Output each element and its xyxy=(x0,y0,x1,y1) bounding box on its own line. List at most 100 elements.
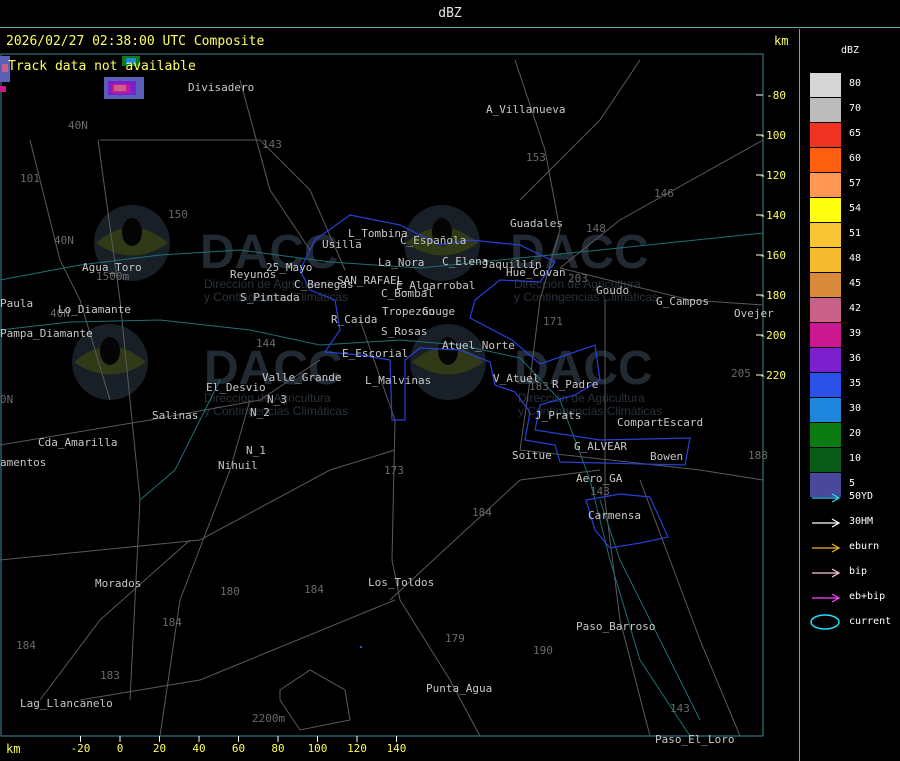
place-label: El_Desvio xyxy=(206,381,266,394)
legend-swatch xyxy=(810,148,841,172)
legend-item: 36 xyxy=(810,348,895,372)
track-arrow-icon xyxy=(812,568,841,578)
track-legend-label: eburn xyxy=(849,541,880,552)
place-label: Atuel_Norte xyxy=(442,339,515,352)
legend-value: 57 xyxy=(849,178,862,189)
legend-swatch xyxy=(810,273,841,297)
route-number: 146 xyxy=(654,187,674,200)
track-legend-label: 30HM xyxy=(849,516,874,527)
place-label: E_Escorial xyxy=(342,347,408,360)
x-tick-label: 60 xyxy=(232,742,245,755)
route-number: 179 xyxy=(445,632,465,645)
place-label: V_Atuel xyxy=(493,372,539,385)
place-label: Lo_Diamante xyxy=(58,303,131,316)
track-legend-label: eb+bip xyxy=(849,591,886,602)
legend-swatch xyxy=(810,98,841,122)
place-label: Cda_Amarilla xyxy=(38,436,117,449)
place-label: Aero_GA xyxy=(576,472,623,485)
radar-window: dBZ DACC Dirección de Agricultura y Cont… xyxy=(0,0,900,761)
km-unit-top: km xyxy=(774,34,789,48)
legend-value: 42 xyxy=(849,303,862,314)
legend-swatch xyxy=(810,73,841,97)
place-label: Soitue xyxy=(512,449,552,462)
route-number: 153 xyxy=(526,151,546,164)
route-number: 150 xyxy=(168,208,188,221)
legend-item: 65 xyxy=(810,123,895,147)
legend-swatch xyxy=(810,248,841,272)
track-legend-item: eb+bip xyxy=(810,591,895,605)
place-label: Carmensa xyxy=(588,509,641,522)
place-label: N_1 xyxy=(246,444,266,457)
current-ellipse-icon xyxy=(810,614,840,630)
road xyxy=(79,599,396,701)
legend-item: 57 xyxy=(810,173,895,197)
legend-item: 70 xyxy=(810,98,895,122)
place-label: G_ALVEAR xyxy=(574,440,627,453)
place-label: Ovejer xyxy=(734,307,774,320)
place-label: Guadales xyxy=(510,217,563,230)
current-legend-item: current xyxy=(810,614,895,630)
x-tick-label: 80 xyxy=(271,742,284,755)
road xyxy=(0,449,396,561)
legend-value: 35 xyxy=(849,378,862,389)
road xyxy=(279,669,351,731)
road xyxy=(159,399,251,737)
place-label: L_Malvinas xyxy=(365,374,431,387)
place-label: R_Caida xyxy=(331,313,377,326)
legend-value: 30 xyxy=(849,403,862,414)
track-arrow-icon xyxy=(812,593,841,603)
route-number: 180 xyxy=(220,585,240,598)
legend-value: 80 xyxy=(849,78,862,89)
legend-swatch xyxy=(810,323,841,347)
track-arrow-icon xyxy=(812,543,841,553)
legend-swatch xyxy=(810,298,841,322)
place-label: C_Benegas xyxy=(294,278,354,291)
legend-swatch xyxy=(810,348,841,372)
track-legend-label: bip xyxy=(849,566,868,577)
route-number: 188 xyxy=(748,449,768,462)
legend-item: 80 xyxy=(810,73,895,97)
track-legend-item: eburn xyxy=(810,541,895,555)
watermark-line1: Dirección de Agricultura xyxy=(518,391,645,405)
x-tick-label: 20 xyxy=(153,742,166,755)
legend-value: 45 xyxy=(849,278,862,289)
y-tick-label: -200 xyxy=(760,329,787,342)
legend-value: 51 xyxy=(849,228,862,239)
route-number: 173 xyxy=(384,464,404,477)
route-number: 171 xyxy=(543,315,563,328)
place-label: Tropezon xyxy=(382,305,435,318)
river xyxy=(599,499,701,721)
legend-value: 20 xyxy=(849,428,862,439)
route-number: 143 xyxy=(670,702,690,715)
watermark-line2: y Contingencias Climáticas xyxy=(514,290,658,304)
track-legend-item: 50YD xyxy=(810,491,895,505)
y-tick-label: -80 xyxy=(766,89,786,102)
y-tick-label: -220 xyxy=(760,369,787,382)
y-tick-label: -140 xyxy=(760,209,787,222)
radar-map[interactable]: DACC Dirección de Agricultura y Continge… xyxy=(0,0,900,761)
track-legend-item: bip xyxy=(810,566,895,580)
place-label: R_Padre xyxy=(552,378,598,391)
legend-title: dBZ xyxy=(840,45,860,56)
legend-item: 30 xyxy=(810,398,895,422)
place-label: 25_Mayo xyxy=(266,261,312,274)
legend-item: 20 xyxy=(810,423,895,447)
legend-item: 48 xyxy=(810,248,895,272)
track-status: Track data not available xyxy=(8,59,196,74)
route-number: 184 xyxy=(16,639,36,652)
legend-item: 54 xyxy=(810,198,895,222)
route-number: 203 xyxy=(568,272,588,285)
place-label: Paso_El_Loro xyxy=(655,733,734,746)
legend-item: 45 xyxy=(810,273,895,297)
x-tick-labels: -20 0 20 40 60 80 100 120 140 xyxy=(71,742,407,755)
y-tick-label: -100 xyxy=(760,129,787,142)
route-number: 143 xyxy=(590,485,610,498)
legend-item: 51 xyxy=(810,223,895,247)
route-number: 2200m xyxy=(252,712,285,725)
x-tick-label: -20 xyxy=(71,742,91,755)
place-label: Goudo xyxy=(596,284,629,297)
y-tick-label: -120 xyxy=(760,169,787,182)
route-number: 205 xyxy=(731,367,751,380)
x-tick-label: 140 xyxy=(387,742,407,755)
place-label: J_Prats xyxy=(535,409,581,422)
